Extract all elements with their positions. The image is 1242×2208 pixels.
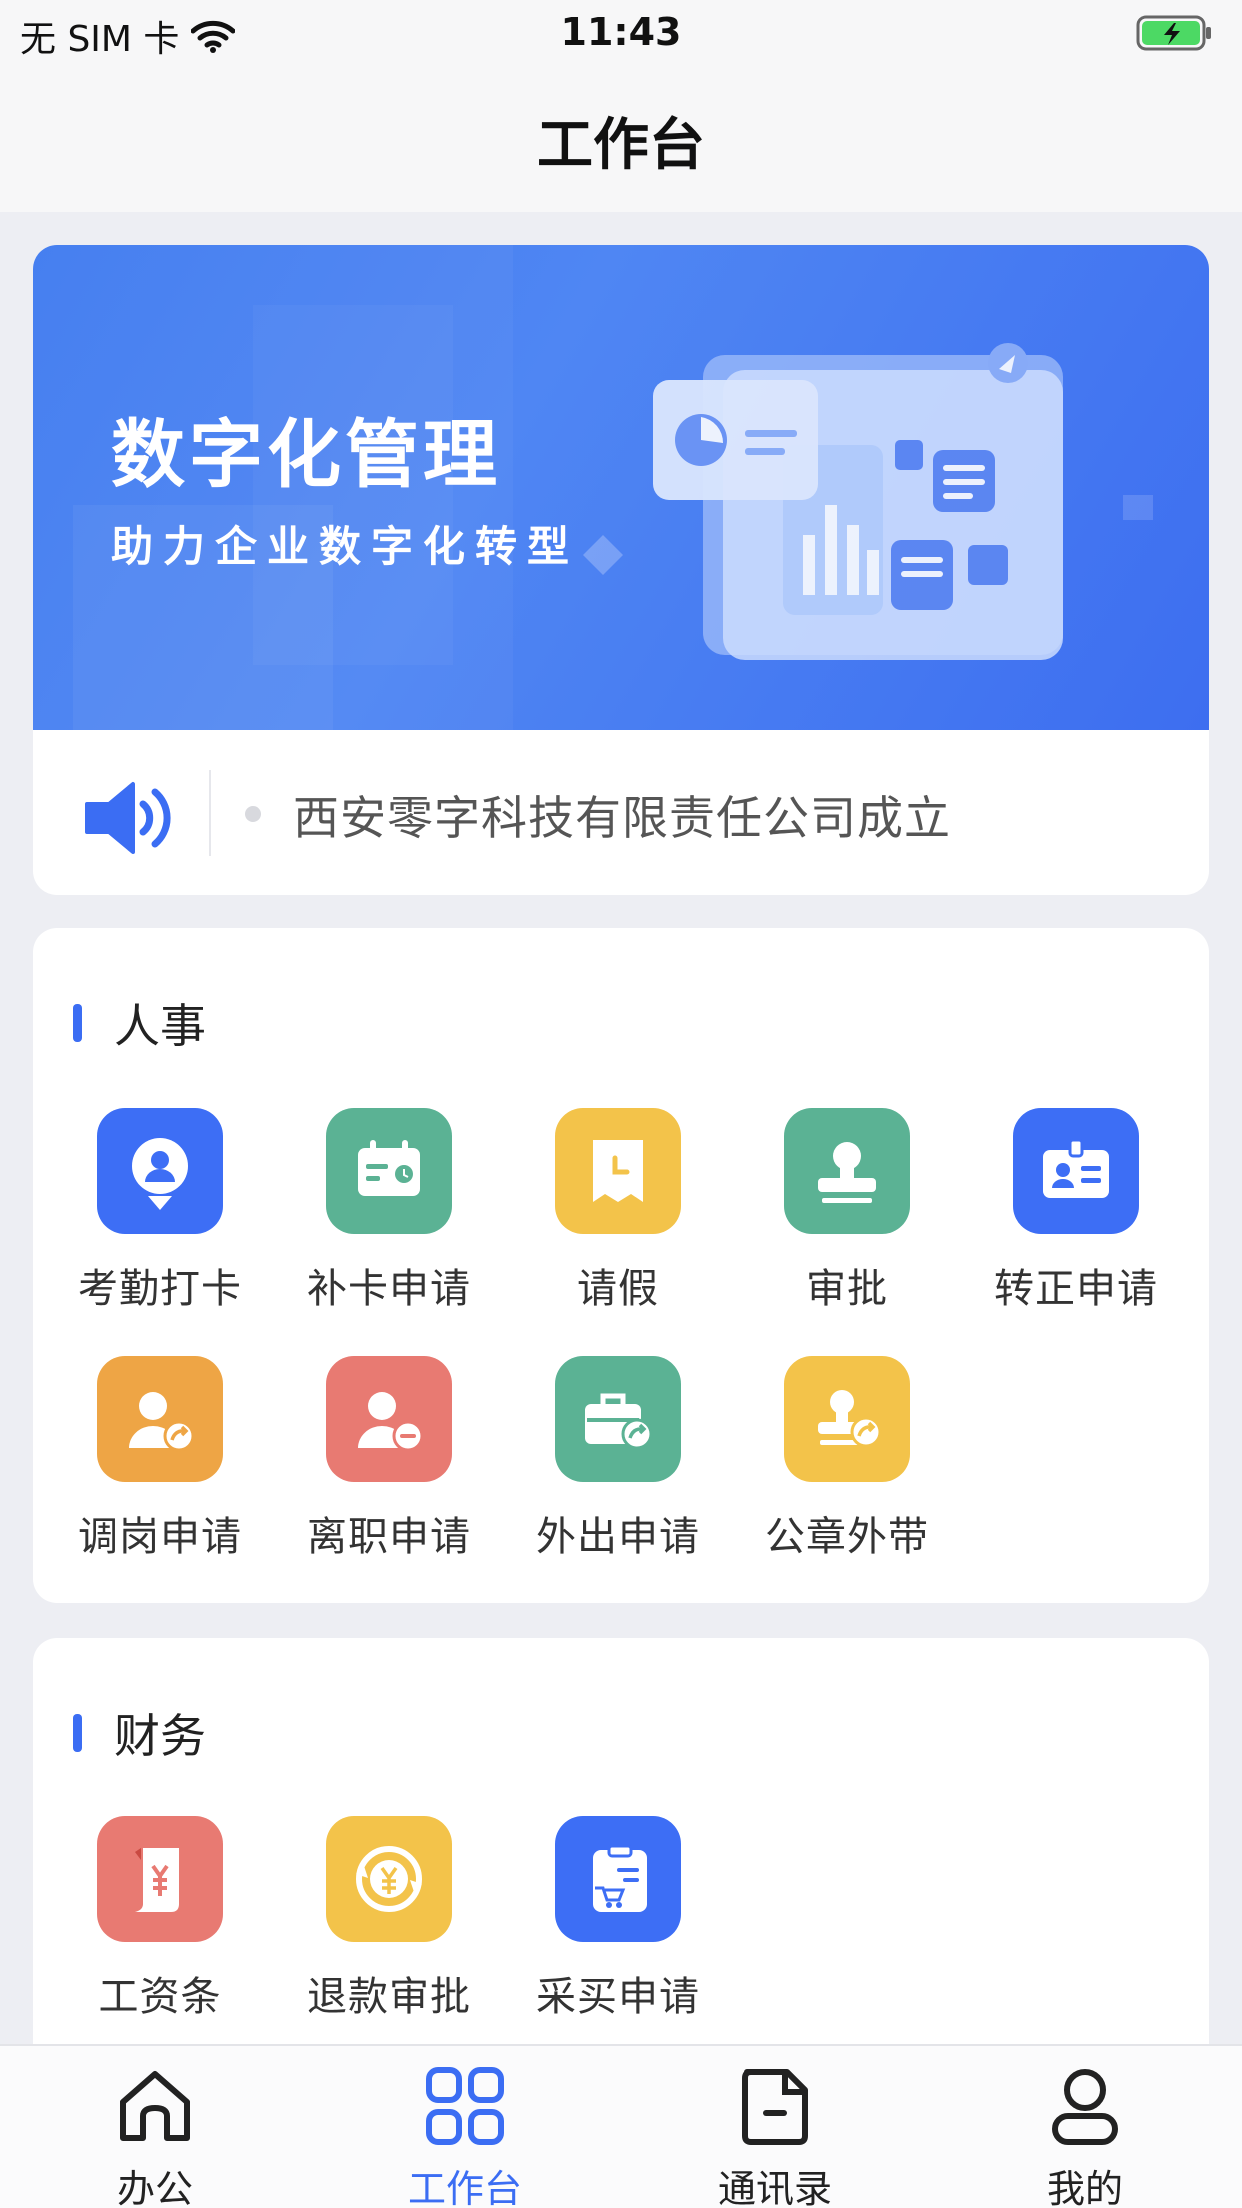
grid-item-label: 外出申请 [536, 1514, 700, 1560]
speaker-icon [85, 782, 171, 854]
section-accent-bar [73, 1004, 82, 1042]
status-bar: 无 SIM 卡 11:43 [0, 0, 1242, 70]
grid-item-label: 审批 [806, 1266, 888, 1312]
grid-icon [426, 2067, 504, 2145]
grid-item-label: 退款审批 [307, 1974, 471, 2020]
id-badge-icon [1013, 1108, 1139, 1234]
notice-bar[interactable]: 西安零字科技有限责任公司成立 [33, 730, 1209, 895]
grid-item-label: 工资条 [98, 1974, 222, 2020]
grid-item-label: 考勤打卡 [78, 1266, 242, 1312]
grid-item-label: 离职申请 [307, 1514, 471, 1560]
briefcase-out-icon [555, 1356, 681, 1482]
notice-divider [209, 770, 211, 856]
banner-card: 数字化管理 助力企业数字化转型 西安零字科技有限责任公司成立 [33, 245, 1209, 895]
top-bar: 无 SIM 卡 11:43 工作台 [0, 0, 1242, 212]
notice-text[interactable]: 西安零字科技有限责任公司成立 [293, 782, 951, 848]
grid-item-payslip[interactable]: 工资条 [33, 1816, 262, 2020]
hr-section-header: 人事 [73, 990, 206, 1056]
tab-label: 通讯录 [717, 2167, 832, 2208]
tab-bar: 办公 工作台 通讯录 我的 [0, 2044, 1242, 2208]
grid-item-label: 公章外带 [765, 1514, 929, 1560]
leave-clock-icon [555, 1108, 681, 1234]
grid-item-label: 调岗申请 [78, 1514, 242, 1560]
grid-item-attendance[interactable]: 考勤打卡 [33, 1108, 262, 1312]
contacts-icon [742, 2069, 808, 2145]
status-time: 11:43 [560, 10, 682, 54]
section-accent-bar [73, 1714, 82, 1752]
person-leave-icon [326, 1356, 452, 1482]
page-title: 工作台 [537, 113, 705, 178]
notice-bullet [245, 806, 261, 822]
home-icon [120, 2071, 190, 2141]
grid-item-label: 补卡申请 [307, 1266, 471, 1312]
grid-item-purchase[interactable]: 采买申请 [491, 1816, 720, 2020]
refund-icon [326, 1816, 452, 1942]
profile-icon [1052, 2069, 1118, 2145]
grid-item-refund[interactable]: 退款审批 [262, 1816, 491, 2020]
finance-section-header: 财务 [73, 1700, 206, 1766]
grid-item-go-out[interactable]: 外出申请 [491, 1356, 720, 1560]
grid-item-label: 采买申请 [536, 1974, 700, 2020]
grid-item-transfer[interactable]: 调岗申请 [33, 1356, 262, 1560]
page: 无 SIM 卡 11:43 工作台 数字化管理 助力企业数字化转型 西安零字科技… [0, 0, 1242, 2208]
payslip-icon [97, 1816, 223, 1942]
banner[interactable]: 数字化管理 助力企业数字化转型 [33, 245, 1209, 730]
grid-item-seal-out[interactable]: 公章外带 [720, 1356, 949, 1560]
calendar-card-icon [326, 1108, 452, 1234]
hr-section-title: 人事 [114, 999, 206, 1053]
tab-contacts[interactable]: 通讯录 [620, 2046, 930, 2208]
seal-out-icon [784, 1356, 910, 1482]
battery-icon [1136, 15, 1211, 51]
finance-section-title: 财务 [114, 1709, 206, 1763]
tab-office[interactable]: 办公 [0, 2046, 310, 2208]
grid-item-makeup-card[interactable]: 补卡申请 [262, 1108, 491, 1312]
tab-label: 我的 [1046, 2167, 1123, 2208]
person-transfer-icon [97, 1356, 223, 1482]
location-person-icon [97, 1108, 223, 1234]
grid-item-leave[interactable]: 请假 [491, 1108, 720, 1312]
banner-title: 数字化管理 [111, 412, 501, 498]
tab-mine[interactable]: 我的 [930, 2046, 1240, 2208]
hr-section: 人事 考勤打卡 补卡申请 请假 审批 转正申请 调岗申请 离职申请 外出申请 公… [33, 928, 1209, 1603]
tab-label: 工作台 [407, 2167, 522, 2208]
purchase-icon [555, 1816, 681, 1942]
grid-item-label: 请假 [577, 1266, 659, 1312]
grid-item-approval[interactable]: 审批 [720, 1108, 949, 1312]
stamp-icon [784, 1108, 910, 1234]
banner-subtitle: 助力企业数字化转型 [111, 522, 580, 571]
tab-label: 办公 [116, 2167, 193, 2208]
grid-item-regularization[interactable]: 转正申请 [949, 1108, 1178, 1312]
grid-item-resignation[interactable]: 离职申请 [262, 1356, 491, 1560]
grid-item-label: 转正申请 [994, 1266, 1158, 1312]
tab-workbench[interactable]: 工作台 [310, 2046, 620, 2208]
